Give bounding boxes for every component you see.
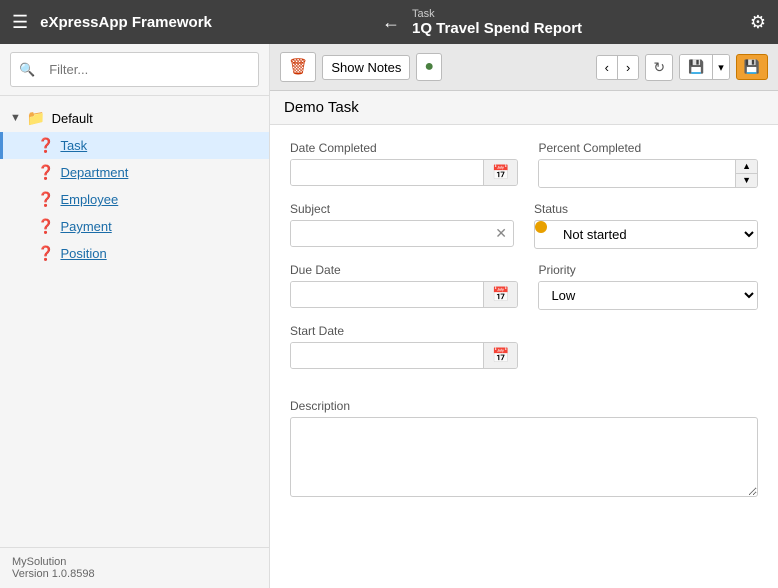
search-icon: 🔍 (19, 62, 35, 78)
start-date-input[interactable] (291, 343, 483, 368)
start-date-wrapper: 📅 (290, 342, 518, 369)
priority-select[interactable]: Low Normal High (539, 282, 757, 309)
refresh-button[interactable]: ↻ (645, 54, 673, 81)
tree-arrow-icon: ▼ (10, 112, 21, 124)
description-textarea[interactable] (290, 417, 758, 497)
sidebar-item-task[interactable]: ❓ Task (0, 132, 269, 159)
subject-wrapper: 1Q Travel Spend Report ✕ (290, 220, 514, 247)
status-col: Status Not started In progress Completed… (534, 202, 758, 249)
hamburger-icon[interactable]: ☰ (12, 12, 28, 33)
date-completed-label: Date Completed (290, 141, 518, 155)
footer-line1: MySolution (12, 556, 257, 568)
percent-completed-label: Percent Completed (538, 141, 758, 155)
task-item-icon: ❓ (37, 137, 54, 154)
sidebar-item-label-position: Position (60, 246, 106, 261)
show-notes-button[interactable]: Show Notes (322, 55, 410, 80)
sidebar-footer: MySolution Version 1.0.8598 (0, 547, 269, 588)
status-wrapper: Not started In progress Completed Waitin… (534, 220, 758, 249)
sidebar-item-employee[interactable]: ❓ Employee (0, 186, 269, 213)
due-date-calendar-button[interactable]: 📅 (483, 282, 517, 307)
nav-prev-button[interactable]: ‹ (597, 56, 618, 79)
footer-line2: Version 1.0.8598 (12, 568, 257, 580)
due-date-input[interactable] (291, 282, 483, 307)
subject-label: Subject (290, 202, 514, 216)
sidebar-item-label-department: Department (60, 165, 128, 180)
back-button[interactable]: ← (378, 12, 404, 33)
form-row-3: Due Date 📅 Priority Low Normal Hig (290, 263, 758, 310)
nav-next-button[interactable]: › (618, 56, 638, 79)
percent-completed-col: Percent Completed 0 ▲ ▼ (538, 141, 758, 188)
position-item-icon: ❓ (37, 245, 54, 262)
save-dropdown-arrow[interactable]: ▾ (712, 55, 729, 79)
subject-clear-button[interactable]: ✕ (489, 225, 513, 242)
task-breadcrumb: Task 1Q Travel Spend Report (404, 8, 750, 37)
sidebar-item-department[interactable]: ❓ Department (0, 159, 269, 186)
description-label: Description (290, 399, 758, 413)
save-accent-button[interactable]: 💾 (736, 54, 768, 80)
status-select[interactable]: Not started In progress Completed Waitin… (551, 221, 757, 248)
content-toolbar: 🗑 Show Notes ● ‹ › ↻ 💾 ▾ 💾 (270, 44, 778, 91)
content-area: 🗑 Show Notes ● ‹ › ↻ 💾 ▾ 💾 Demo Task (270, 44, 778, 588)
delete-button[interactable]: 🗑 (280, 52, 316, 82)
sidebar-item-label-task: Task (60, 138, 87, 153)
status-label: Status (534, 202, 758, 216)
department-item-icon: ❓ (37, 164, 54, 181)
percent-completed-wrapper: 0 ▲ ▼ (538, 159, 758, 188)
form-scroll-area[interactable]: Date Completed 📅 Percent Completed 0 ▲ (270, 125, 778, 588)
sidebar-item-position[interactable]: ❓ Position (0, 240, 269, 267)
sidebar-search-area: 🔍 (0, 44, 269, 96)
form-row-2: Subject 1Q Travel Spend Report ✕ Status … (290, 202, 758, 249)
percent-completed-input[interactable]: 0 (539, 160, 735, 187)
form-container: Date Completed 📅 Percent Completed 0 ▲ (270, 125, 778, 399)
main-layout: 🔍 ▼ 📁 Default ❓ Task ❓ Department ❓ Empl… (0, 44, 778, 588)
save-dropdown-group: 💾 ▾ (679, 54, 730, 80)
sidebar-item-label-payment: Payment (60, 219, 111, 234)
priority-col: Priority Low Normal High (538, 263, 758, 310)
sidebar-tree: ▼ 📁 Default ❓ Task ❓ Department ❓ Employ… (0, 96, 269, 547)
sidebar-item-payment[interactable]: ❓ Payment (0, 213, 269, 240)
sidebar-item-label-employee: Employee (60, 192, 118, 207)
save-main-button[interactable]: 💾 (680, 55, 712, 79)
due-date-col: Due Date 📅 (290, 263, 518, 310)
breadcrumb-main: 1Q Travel Spend Report (412, 20, 750, 37)
subject-input[interactable]: 1Q Travel Spend Report (291, 221, 489, 246)
due-date-wrapper: 📅 (290, 281, 518, 308)
date-completed-wrapper: 📅 (290, 159, 518, 186)
start-date-spacer (538, 324, 758, 369)
avatar-button[interactable]: ● (416, 53, 442, 81)
employee-item-icon: ❓ (37, 191, 54, 208)
sidebar-group-default[interactable]: ▼ 📁 Default (0, 104, 269, 132)
payment-item-icon: ❓ (37, 218, 54, 235)
date-completed-input[interactable] (291, 160, 483, 185)
description-section: Description (270, 399, 778, 516)
start-date-label: Start Date (290, 324, 518, 338)
sidebar: 🔍 ▼ 📁 Default ❓ Task ❓ Department ❓ Empl… (0, 44, 270, 588)
avatar-icon: ● (424, 58, 434, 76)
sidebar-group-name: Default (52, 111, 93, 126)
folder-icon: 📁 (27, 109, 46, 127)
percent-spinner: ▲ ▼ (735, 160, 757, 187)
due-date-label: Due Date (290, 263, 518, 277)
priority-wrapper: Low Normal High (538, 281, 758, 310)
nav-group: ‹ › (596, 55, 640, 80)
date-completed-col: Date Completed 📅 (290, 141, 518, 188)
start-date-calendar-button[interactable]: 📅 (483, 343, 517, 368)
gear-icon[interactable]: ⚙ (750, 12, 766, 33)
percent-spinner-up[interactable]: ▲ (736, 160, 757, 174)
subject-col: Subject 1Q Travel Spend Report ✕ (290, 202, 514, 249)
start-date-col: Start Date 📅 (290, 324, 518, 369)
status-dot-icon (535, 221, 547, 233)
form-row-4: Start Date 📅 (290, 324, 758, 369)
percent-spinner-down[interactable]: ▼ (736, 174, 757, 187)
breadcrumb-top: Task (412, 8, 750, 20)
form-row-1: Date Completed 📅 Percent Completed 0 ▲ (290, 141, 758, 188)
app-header: ☰ eXpressApp Framework ← Task 1Q Travel … (0, 0, 778, 44)
date-completed-calendar-button[interactable]: 📅 (483, 160, 517, 185)
app-title: eXpressApp Framework (40, 14, 378, 31)
priority-label: Priority (538, 263, 758, 277)
search-wrapper: 🔍 (10, 52, 259, 87)
search-input[interactable] (41, 57, 250, 82)
form-section-title: Demo Task (270, 91, 778, 125)
